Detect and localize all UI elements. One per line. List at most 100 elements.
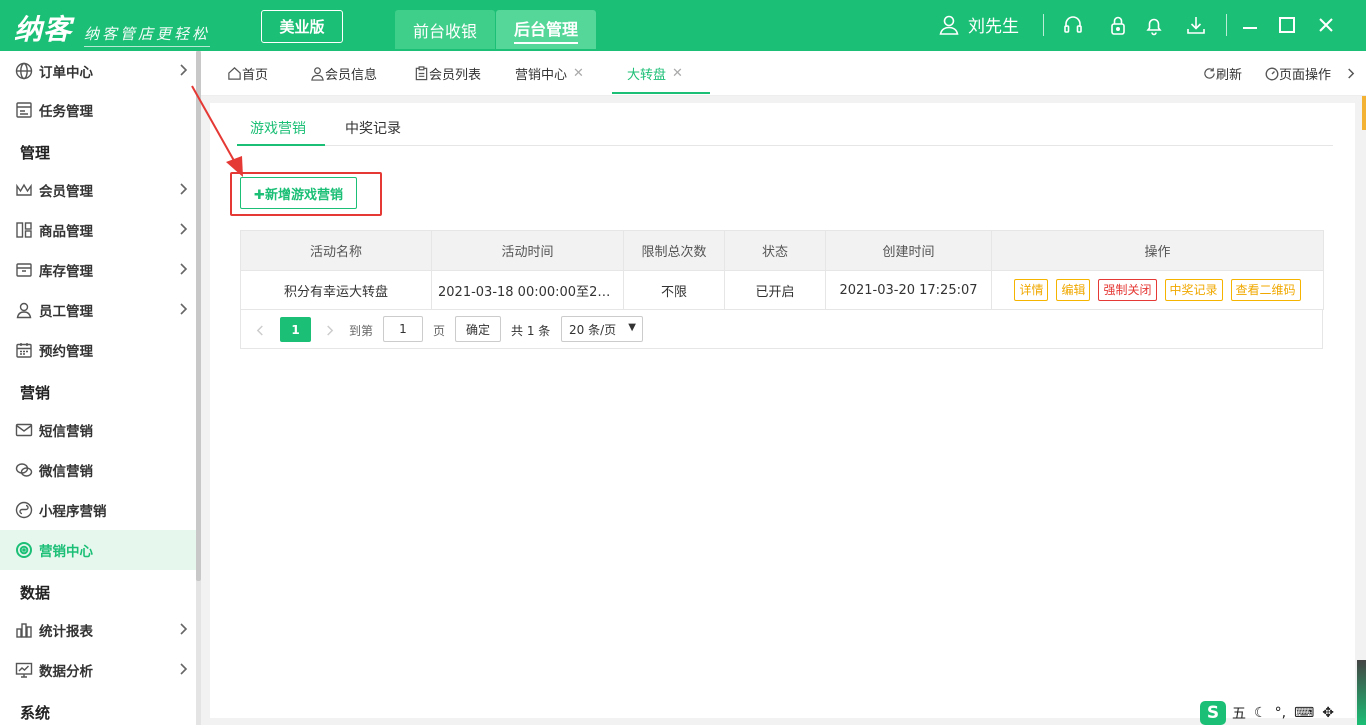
page-ops-label: 页面操作 bbox=[1279, 68, 1332, 83]
confirm-page-button[interactable]: 确定 bbox=[455, 316, 501, 342]
sidebar-section-data: 数据 bbox=[20, 584, 51, 602]
chevron-right-icon bbox=[180, 303, 188, 315]
scroll-indicator bbox=[1362, 96, 1366, 130]
edit-button[interactable]: 编辑 bbox=[1056, 279, 1091, 301]
close-tab-icon[interactable]: ✕ bbox=[672, 66, 683, 81]
tab-scroll-right-button[interactable] bbox=[1346, 51, 1355, 96]
view-qrcode-button[interactable]: 查看二维码 bbox=[1230, 279, 1301, 301]
sidebar-section-marketing: 营销 bbox=[20, 384, 51, 402]
page-number-input[interactable]: 1 bbox=[383, 316, 423, 342]
edition-button[interactable]: 美业版 bbox=[261, 10, 343, 43]
add-game-marketing-button[interactable]: ✚新增游戏营销 bbox=[240, 177, 357, 209]
user-icon bbox=[939, 15, 959, 35]
tab-member-info[interactable]: 会员信息 bbox=[310, 51, 377, 96]
next-page-icon[interactable] bbox=[325, 317, 334, 343]
header-divider bbox=[1043, 14, 1044, 36]
tab-label: 大转盘 bbox=[627, 68, 667, 83]
minimize-icon[interactable] bbox=[1238, 13, 1262, 37]
user-name: 刘先生 bbox=[968, 17, 1019, 37]
force-close-button[interactable]: 强制关闭 bbox=[1098, 279, 1157, 301]
activity-table: 活动名称 活动时间 限制总次数 状态 创建时间 操作 积分有幸运大转盘 2021… bbox=[240, 230, 1324, 310]
close-tab-icon[interactable]: ✕ bbox=[573, 66, 584, 81]
sidebar-section-manage: 管理 bbox=[20, 144, 51, 162]
headset-icon[interactable] bbox=[1061, 13, 1085, 37]
sidebar-item-staff[interactable]: 员工管理 bbox=[0, 290, 196, 330]
logo-slogan: 纳客管店更轻松 bbox=[84, 23, 211, 47]
sidebar-item-inventory[interactable]: 库存管理 bbox=[0, 250, 196, 290]
tab-home[interactable]: 首页 bbox=[227, 51, 268, 96]
detail-button[interactable]: 详情 bbox=[1014, 279, 1049, 301]
sidebar-item-orders[interactable]: 订单中心 bbox=[0, 51, 196, 91]
page-ops-button[interactable]: 页面操作 bbox=[1265, 51, 1331, 96]
bell-icon[interactable] bbox=[1142, 13, 1166, 37]
current-page-button[interactable]: 1 bbox=[280, 317, 311, 342]
tab-big-wheel[interactable]: 大转盘 ✕ bbox=[627, 51, 683, 96]
page-size-select[interactable]: 20 条/页 ▼ bbox=[561, 316, 643, 342]
tab-back-office[interactable]: 后台管理 bbox=[496, 10, 596, 49]
sms-icon bbox=[14, 420, 34, 440]
wechat-icon bbox=[14, 460, 34, 480]
sidebar-item-booking[interactable]: 预约管理 bbox=[0, 330, 196, 370]
app-header: 纳客 纳客管店更轻松 美业版 前台收银 后台管理 刘先生 bbox=[0, 0, 1366, 51]
table-row: 积分有幸运大转盘 2021-03-18 00:00:00至2021-03-31 … bbox=[240, 270, 1324, 310]
sidebar-item-label: 小程序营销 bbox=[39, 504, 107, 520]
user-icon bbox=[311, 67, 324, 81]
sidebar: 订单中心 任务管理 管理 会员管理 商品管理 库存管理 员工管理 预约管理 营销… bbox=[0, 51, 196, 725]
user-menu[interactable]: 刘先生 bbox=[938, 12, 1019, 37]
dropdown-arrow-icon: ▼ bbox=[628, 322, 636, 333]
tab-label: 首页 bbox=[242, 68, 269, 83]
moon-icon[interactable]: ☾ bbox=[1254, 705, 1267, 721]
tab-member-list[interactable]: 会员列表 bbox=[414, 51, 481, 96]
apps-icon[interactable]: ✥ bbox=[1322, 705, 1334, 721]
ime-toolbar[interactable]: S 五 ☾ °, ⌨ ✥ bbox=[1200, 700, 1366, 725]
tab-back-office-label: 后台管理 bbox=[513, 16, 578, 44]
ime-punct[interactable]: °, bbox=[1275, 705, 1286, 721]
column-header: 创建时间 bbox=[825, 230, 992, 271]
maximize-icon[interactable] bbox=[1275, 13, 1299, 37]
sidebar-item-miniprogram[interactable]: 小程序营销 bbox=[0, 490, 196, 530]
chevron-right-icon bbox=[180, 223, 188, 235]
column-header: 状态 bbox=[724, 230, 826, 271]
sidebar-item-label: 员工管理 bbox=[39, 304, 93, 320]
refresh-button[interactable]: 刷新 bbox=[1203, 51, 1242, 96]
sidebar-item-tasks[interactable]: 任务管理 bbox=[0, 90, 196, 130]
column-header: 操作 bbox=[991, 230, 1324, 271]
column-header: 活动时间 bbox=[431, 230, 624, 271]
prize-records-button[interactable]: 中奖记录 bbox=[1164, 279, 1223, 301]
tab-label: 会员信息 bbox=[325, 68, 378, 83]
refresh-label: 刷新 bbox=[1216, 68, 1243, 83]
cell-name: 积分有幸运大转盘 bbox=[240, 270, 432, 310]
chevron-right-icon bbox=[180, 623, 188, 635]
tab-marketing-center[interactable]: 营销中心 ✕ bbox=[515, 51, 584, 96]
cell-actions: 详情 编辑 强制关闭 中奖记录 查看二维码 bbox=[991, 270, 1324, 310]
download-icon[interactable] bbox=[1184, 13, 1208, 37]
sidebar-item-members[interactable]: 会员管理 bbox=[0, 170, 196, 210]
ime-mode[interactable]: 五 bbox=[1232, 703, 1246, 723]
subtab-game-marketing[interactable]: 游戏营销 bbox=[250, 118, 306, 138]
prev-page-icon[interactable] bbox=[256, 317, 265, 343]
inventory-icon bbox=[14, 260, 34, 280]
sidebar-item-marketing-center[interactable]: 营销中心 bbox=[0, 530, 196, 570]
active-tab-indicator bbox=[612, 92, 710, 94]
tab-front-desk[interactable]: 前台收银 bbox=[395, 10, 495, 49]
sidebar-item-reports[interactable]: 统计报表 bbox=[0, 610, 196, 650]
sidebar-item-label: 营销中心 bbox=[39, 544, 93, 560]
sidebar-item-wechat[interactable]: 微信营销 bbox=[0, 450, 196, 490]
lock-icon[interactable] bbox=[1106, 13, 1130, 37]
ime-logo[interactable]: S bbox=[1200, 700, 1226, 725]
keyboard-icon[interactable]: ⌨ bbox=[1294, 705, 1314, 721]
analysis-icon bbox=[14, 660, 34, 680]
subtab-prize-records[interactable]: 中奖记录 bbox=[345, 118, 401, 138]
sidebar-item-analysis[interactable]: 数据分析 bbox=[0, 650, 196, 690]
page-size-value: 20 条/页 bbox=[569, 322, 617, 337]
sidebar-item-label: 微信营销 bbox=[39, 464, 93, 480]
cell-limit: 不限 bbox=[623, 270, 725, 310]
sidebar-item-label: 订单中心 bbox=[39, 65, 93, 81]
chevron-right-icon bbox=[1348, 68, 1355, 79]
sidebar-section-system: 系统 bbox=[20, 704, 51, 722]
sidebar-item-goods[interactable]: 商品管理 bbox=[0, 210, 196, 250]
refresh-icon bbox=[1204, 67, 1215, 79]
subtab-divider bbox=[237, 145, 1333, 146]
sidebar-item-sms[interactable]: 短信营销 bbox=[0, 410, 196, 450]
close-icon[interactable] bbox=[1314, 13, 1338, 37]
